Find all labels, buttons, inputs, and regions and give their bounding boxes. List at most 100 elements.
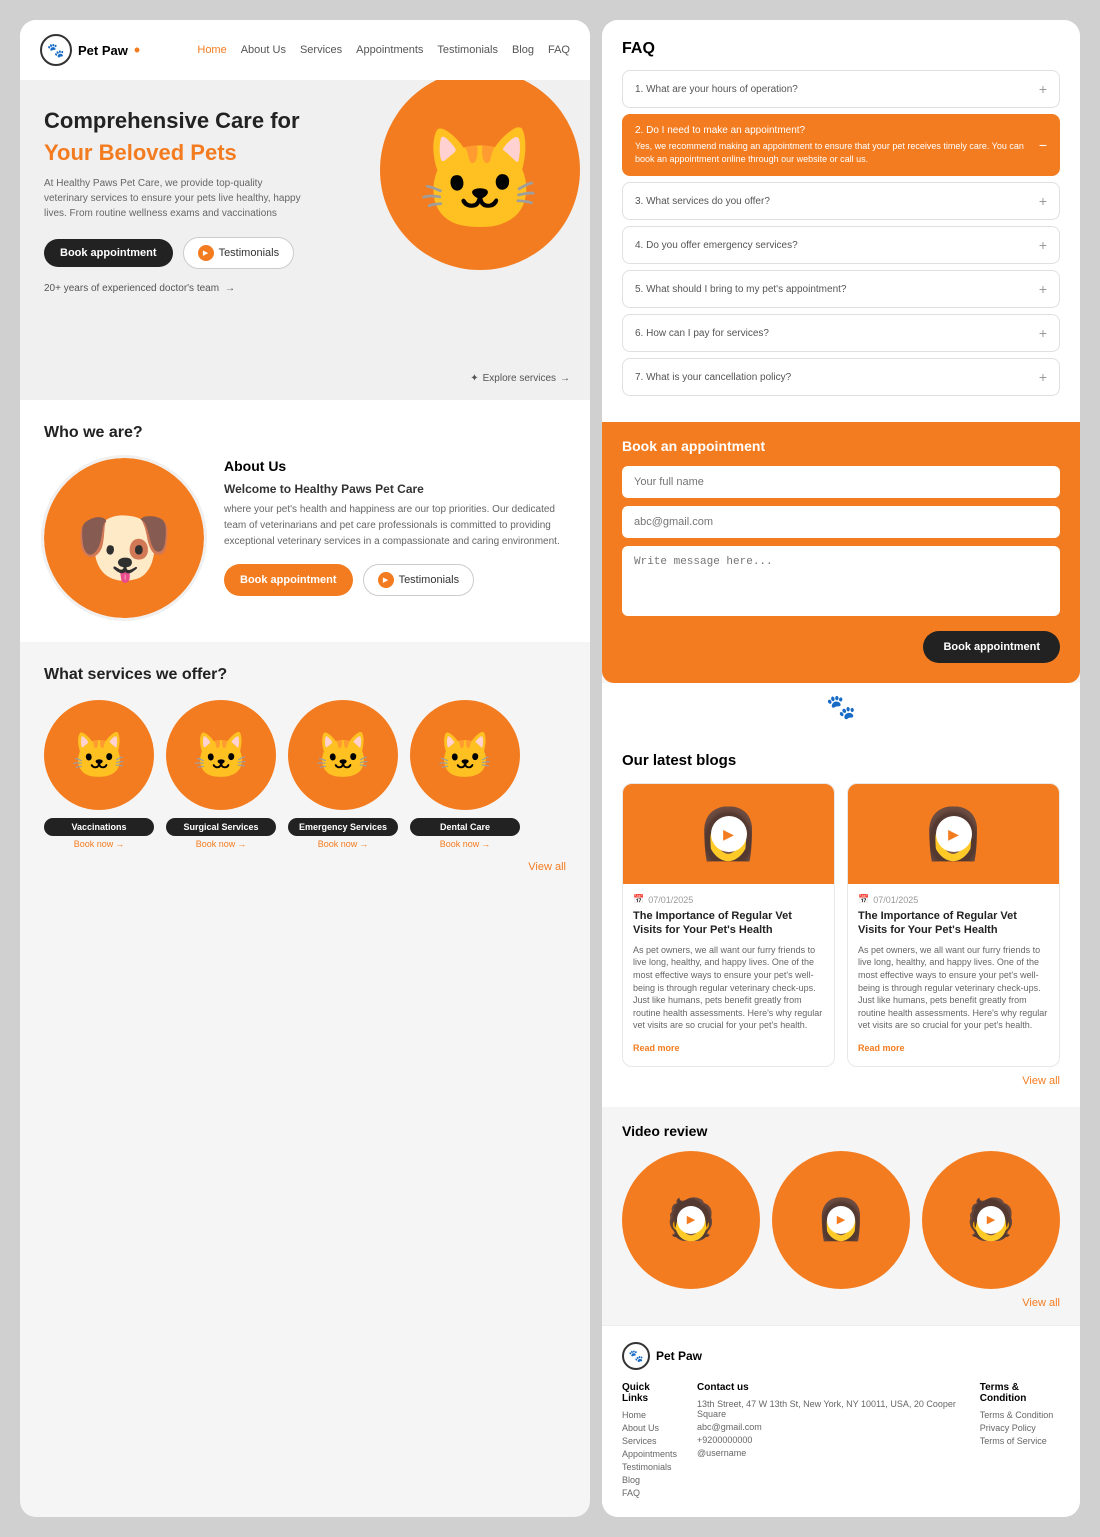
hero-testimonials-button[interactable]: ▶ Testimonials bbox=[183, 237, 295, 269]
footer-link-testimonials[interactable]: Testimonials bbox=[622, 1462, 677, 1472]
faq-item-2[interactable]: 2. Do I need to make an appointment? Yes… bbox=[622, 114, 1060, 176]
logo-icon: 🐾 bbox=[40, 34, 72, 66]
faq-item-5[interactable]: 5. What should I bring to my pet's appoi… bbox=[622, 270, 1060, 308]
hero-stats: 20+ years of experienced doctor's team → bbox=[44, 283, 304, 294]
blog-date-2: 📅 07/01/2025 bbox=[858, 894, 1049, 905]
service-card-vaccinations: 🐱 Vaccinations Book now → bbox=[44, 700, 154, 849]
about-book-button[interactable]: Book appointment bbox=[224, 564, 353, 596]
footer-terms-link-3[interactable]: Terms of Service bbox=[980, 1436, 1060, 1446]
rating-badge-1: 5.0 bbox=[731, 1270, 754, 1283]
faq-answer-2: Yes, we recommend making an appointment … bbox=[635, 140, 1039, 165]
video-section: Video review 🧑 ▶ 5.0 👩 ▶ 5.0 🧑 ▶ 5.0 bbox=[602, 1107, 1080, 1325]
service-book-dental[interactable]: Book now → bbox=[410, 839, 520, 849]
footer-link-about[interactable]: About Us bbox=[622, 1423, 677, 1433]
blog-read-more-2[interactable]: Read more bbox=[858, 1043, 905, 1053]
video-view-all[interactable]: View all bbox=[622, 1297, 1060, 1309]
footer-link-services[interactable]: Services bbox=[622, 1436, 677, 1446]
full-name-input[interactable] bbox=[622, 466, 1060, 498]
play-icon: ▶ bbox=[198, 245, 214, 261]
service-book-surgical[interactable]: Book now → bbox=[166, 839, 276, 849]
footer-link-faq[interactable]: FAQ bbox=[622, 1488, 677, 1498]
blog-play-2[interactable]: ▶ bbox=[936, 816, 972, 852]
footer-link-home[interactable]: Home bbox=[622, 1410, 677, 1420]
dog-image-circle: 🐶 bbox=[44, 458, 204, 618]
faq-item-4[interactable]: 4. Do you offer emergency services? + bbox=[622, 226, 1060, 264]
faq-item-7[interactable]: 7. What is your cancellation policy? + bbox=[622, 358, 1060, 396]
footer-columns: Quick Links Home About Us Services Appoi… bbox=[622, 1382, 1060, 1501]
blogs-view-all[interactable]: View all bbox=[622, 1075, 1060, 1087]
hero-image: 🐱 bbox=[360, 80, 590, 360]
video-thumb-3[interactable]: 🧑 ▶ 5.0 bbox=[922, 1151, 1060, 1289]
service-img-dental: 🐱 bbox=[410, 700, 520, 810]
footer-terms: Terms & Condition Terms & Condition Priv… bbox=[980, 1382, 1060, 1501]
right-panel: FAQ 1. What are your hours of operation?… bbox=[602, 20, 1080, 1517]
about-text-block: About Us Welcome to Healthy Paws Pet Car… bbox=[224, 458, 566, 596]
blogs-grid: 👩 ▶ 📅 07/01/2025 The Importance of Regul… bbox=[622, 783, 1060, 1067]
footer-terms-link-1[interactable]: Terms & Condition bbox=[980, 1410, 1060, 1420]
blog-date-1: 📅 07/01/2025 bbox=[633, 894, 824, 905]
footer-link-blog[interactable]: Blog bbox=[622, 1475, 677, 1485]
video-thumb-2[interactable]: 👩 ▶ 5.0 bbox=[772, 1151, 910, 1289]
nav-blog[interactable]: Blog bbox=[512, 44, 534, 56]
services-view-all[interactable]: View all bbox=[44, 861, 566, 873]
about-content: 🐶 About Us Welcome to Healthy Paws Pet C… bbox=[44, 458, 566, 618]
book-appointment-section: Book an appointment Book appointment bbox=[602, 422, 1080, 683]
hero-book-button[interactable]: Book appointment bbox=[44, 239, 173, 267]
nav-faq[interactable]: FAQ bbox=[548, 44, 570, 56]
nav-testimonials[interactable]: Testimonials bbox=[437, 44, 498, 56]
about-subtitle: About Us bbox=[224, 458, 566, 474]
blog-body-1: 📅 07/01/2025 The Importance of Regular V… bbox=[623, 884, 834, 1066]
email-input[interactable] bbox=[622, 506, 1060, 538]
footer: 🐾 Pet Paw Quick Links Home About Us Serv… bbox=[602, 1325, 1080, 1517]
hero-buttons: Book appointment ▶ Testimonials bbox=[44, 237, 304, 269]
blog-read-more-1[interactable]: Read more bbox=[633, 1043, 680, 1053]
faq-title: FAQ bbox=[622, 40, 1060, 58]
hero-tagline-accent: Your Beloved Pets bbox=[44, 140, 304, 166]
blog-excerpt-2: As pet owners, we all want our furry fri… bbox=[858, 944, 1049, 1032]
blog-excerpt-1: As pet owners, we all want our furry fri… bbox=[633, 944, 824, 1032]
explore-link[interactable]: ✦ Explore services → bbox=[470, 373, 570, 384]
footer-terms-link-2[interactable]: Privacy Policy bbox=[980, 1423, 1060, 1433]
blog-body-2: 📅 07/01/2025 The Importance of Regular V… bbox=[848, 884, 1059, 1066]
service-book-vaccinations[interactable]: Book now → bbox=[44, 839, 154, 849]
service-card-dental: 🐱 Dental Care Book now → bbox=[410, 700, 520, 849]
nav-about[interactable]: About Us bbox=[241, 44, 286, 56]
nav-services[interactable]: Services bbox=[300, 44, 342, 56]
rating-badge-2: 5.0 bbox=[881, 1270, 904, 1283]
paw-divider: 🐾 bbox=[602, 683, 1080, 732]
faq-item-6[interactable]: 6. How can I pay for services? + bbox=[622, 314, 1060, 352]
video-grid: 🧑 ▶ 5.0 👩 ▶ 5.0 🧑 ▶ 5.0 bbox=[622, 1151, 1060, 1289]
blog-card-1: 👩 ▶ 📅 07/01/2025 The Importance of Regul… bbox=[622, 783, 835, 1067]
blog-img-2: 👩 ▶ bbox=[848, 784, 1059, 884]
blog-post-title-2: The Importance of Regular Vet Visits for… bbox=[858, 909, 1049, 938]
nav-appointments[interactable]: Appointments bbox=[356, 44, 423, 56]
service-img-vaccinations: 🐱 bbox=[44, 700, 154, 810]
faq-section: FAQ 1. What are your hours of operation?… bbox=[602, 20, 1080, 422]
message-textarea[interactable] bbox=[622, 546, 1060, 616]
blog-img-1: 👩 ▶ bbox=[623, 784, 834, 884]
service-label-surgical: Surgical Services bbox=[166, 818, 276, 836]
blog-play-1[interactable]: ▶ bbox=[711, 816, 747, 852]
footer-logo: 🐾 Pet Paw bbox=[622, 1342, 1060, 1370]
video-play-2: ▶ bbox=[827, 1206, 855, 1234]
about-testimonials-button[interactable]: ▶ Testimonials bbox=[363, 564, 475, 596]
about-section: Who we are? 🐶 About Us Welcome to Health… bbox=[20, 400, 590, 642]
nav-links: Home About Us Services Appointments Test… bbox=[197, 44, 570, 56]
footer-link-appointments[interactable]: Appointments bbox=[622, 1449, 677, 1459]
book-submit-button[interactable]: Book appointment bbox=[923, 631, 1060, 663]
hero-tagline: Comprehensive Care for bbox=[44, 108, 304, 134]
faq-item-1[interactable]: 1. What are your hours of operation? + bbox=[622, 70, 1060, 108]
nav-home[interactable]: Home bbox=[197, 44, 226, 56]
service-book-emergency[interactable]: Book now → bbox=[288, 839, 398, 849]
hero-description: At Healthy Paws Pet Care, we provide top… bbox=[44, 176, 304, 221]
navbar: 🐾 Pet Paw • Home About Us Services Appoi… bbox=[20, 20, 590, 80]
service-label-vaccinations: Vaccinations bbox=[44, 818, 154, 836]
video-play-3: ▶ bbox=[977, 1206, 1005, 1234]
footer-address: 13th Street, 47 W 13th St, New York, NY … bbox=[697, 1399, 960, 1419]
faq-item-3[interactable]: 3. What services do you offer? + bbox=[622, 182, 1060, 220]
video-thumb-1[interactable]: 🧑 ▶ 5.0 bbox=[622, 1151, 760, 1289]
service-label-dental: Dental Care bbox=[410, 818, 520, 836]
explore-icon: ✦ bbox=[470, 373, 478, 384]
about-buttons: Book appointment ▶ Testimonials bbox=[224, 564, 566, 596]
blog-card-2: 👩 ▶ 📅 07/01/2025 The Importance of Regul… bbox=[847, 783, 1060, 1067]
